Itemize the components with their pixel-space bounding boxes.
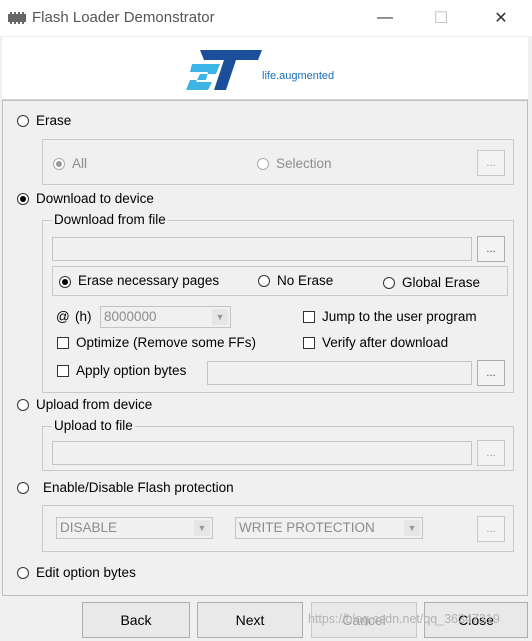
download-file-input[interactable] xyxy=(52,237,472,261)
next-button[interactable]: Next xyxy=(197,602,303,638)
maximize-button[interactable]: ☐ xyxy=(418,0,464,36)
global-erase-label: Global Erase xyxy=(402,275,481,290)
no-erase-label: No Erase xyxy=(277,273,334,288)
back-button[interactable]: Back xyxy=(82,602,190,638)
logo-banner xyxy=(2,37,528,100)
erase-necessary-label: Erase necessary pages xyxy=(78,273,220,288)
option-bytes-file-input[interactable] xyxy=(207,361,472,385)
erase-label: Erase xyxy=(36,113,72,128)
erase-radio[interactable] xyxy=(17,115,29,127)
apply-option-checkbox[interactable] xyxy=(57,365,69,377)
watermark-text: https://blog.csdn.net/qq_36347319 xyxy=(308,612,500,626)
verify-checkbox[interactable] xyxy=(303,337,315,349)
no-erase-radio[interactable] xyxy=(258,275,270,287)
chevron-down-icon: ▼ xyxy=(212,309,228,325)
optimize-label: Optimize (Remove some FFs) xyxy=(76,335,257,350)
apply-option-label: Apply option bytes xyxy=(76,363,187,378)
download-radio[interactable] xyxy=(17,193,29,205)
close-window-button[interactable]: ✕ xyxy=(478,0,524,36)
global-erase-radio[interactable] xyxy=(383,277,395,289)
protection-type-combo[interactable]: WRITE PROTECTION ▼ xyxy=(235,517,423,539)
erase-necessary-radio[interactable] xyxy=(59,276,71,288)
upload-file-input[interactable] xyxy=(52,441,472,465)
app-icon xyxy=(7,11,27,25)
protection-mode-value: DISABLE xyxy=(60,520,118,535)
address-combo[interactable]: 8000000 ▼ xyxy=(100,306,231,328)
protection-mode-combo[interactable]: DISABLE ▼ xyxy=(56,517,213,539)
address-at-label: @ xyxy=(56,309,70,324)
erase-all-label: All xyxy=(72,156,88,171)
edit-option-label: Edit option bytes xyxy=(36,565,136,580)
edit-option-radio[interactable] xyxy=(17,567,29,579)
chevron-down-icon: ▼ xyxy=(194,520,210,536)
upload-to-file-label: Upload to file xyxy=(52,418,135,433)
option-bytes-browse-button[interactable]: ... xyxy=(477,360,505,386)
upload-browse-button[interactable]: ... xyxy=(477,440,505,466)
upload-label: Upload from device xyxy=(36,397,153,412)
download-from-file-label: Download from file xyxy=(52,212,168,227)
protection-browse-button[interactable]: ... xyxy=(477,516,505,542)
jump-checkbox[interactable] xyxy=(303,311,315,323)
erase-selection-radio[interactable] xyxy=(257,158,269,170)
protection-type-value: WRITE PROTECTION xyxy=(239,520,375,535)
upload-radio[interactable] xyxy=(17,399,29,411)
st-logo xyxy=(186,48,264,92)
erase-all-radio[interactable] xyxy=(53,158,65,170)
erase-browse-button[interactable]: ... xyxy=(477,150,505,176)
verify-label: Verify after download xyxy=(322,335,449,350)
window-title: Flash Loader Demonstrator xyxy=(32,9,215,26)
protection-radio[interactable] xyxy=(17,482,29,494)
jump-label: Jump to the user program xyxy=(322,309,477,324)
download-browse-button[interactable]: ... xyxy=(477,236,505,262)
download-label: Download to device xyxy=(36,191,154,206)
chevron-down-icon: ▼ xyxy=(404,520,420,536)
address-value: 8000000 xyxy=(104,309,157,324)
erase-selection-label: Selection xyxy=(276,156,332,171)
logo-tagline: life.augmented xyxy=(262,70,335,82)
minimize-button[interactable]: — xyxy=(362,0,408,36)
protection-label: Enable/Disable Flash protection xyxy=(43,480,234,495)
optimize-checkbox[interactable] xyxy=(57,337,69,349)
address-h-label: (h) xyxy=(75,309,92,324)
